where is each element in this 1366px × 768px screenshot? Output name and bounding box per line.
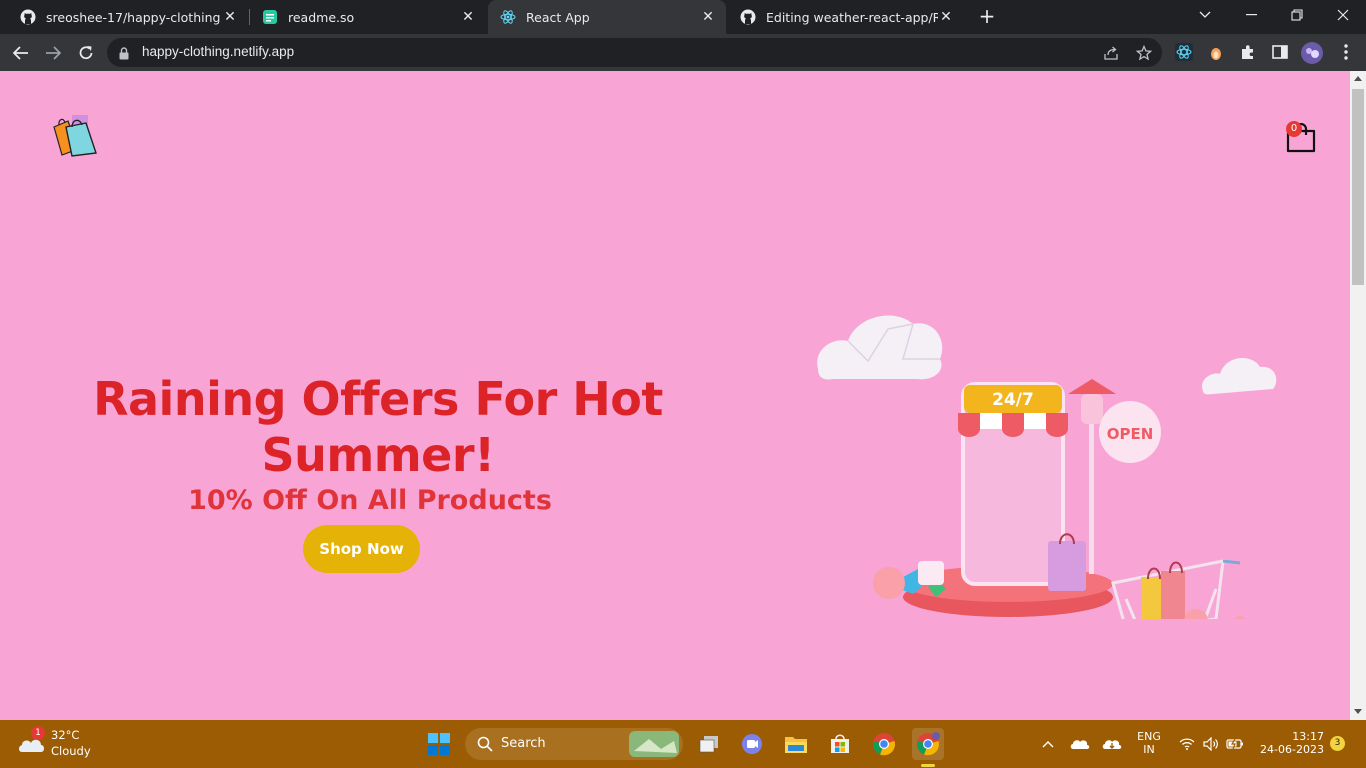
extension-flame-icon[interactable] — [1207, 43, 1225, 61]
microsoft-store-icon[interactable] — [824, 728, 856, 760]
pink-bag — [1048, 541, 1086, 591]
scrollbar-thumb[interactable] — [1352, 89, 1364, 285]
weather-condition: Cloudy — [51, 744, 91, 758]
file-explorer-icon[interactable] — [780, 728, 812, 760]
chrome-profile-2-icon[interactable] — [912, 728, 944, 760]
react-icon — [500, 9, 516, 25]
plant-pot — [918, 561, 944, 585]
tab-happy-clothing[interactable]: sreoshee-17/happy-clothing ✕ — [8, 0, 248, 34]
tab-label: sreoshee-17/happy-clothing — [46, 9, 221, 25]
teams-chat-icon[interactable] — [736, 728, 768, 760]
search-highlight-image — [629, 731, 679, 757]
close-window-icon[interactable] — [1320, 0, 1366, 30]
tab-weather-readme[interactable]: Editing weather-react-app/READM ✕ — [728, 0, 964, 34]
cloud-right — [1201, 357, 1277, 395]
search-label: Search — [501, 736, 546, 751]
cloud-sync-icon[interactable] — [1100, 728, 1124, 760]
chrome-profile-1-icon[interactable] — [868, 728, 900, 760]
forward-arrow-icon[interactable] — [40, 40, 66, 66]
online-store-illustration: 24/7 OPEN — [817, 315, 1277, 619]
language-label: ENG — [1137, 730, 1161, 743]
tab-label: React App — [526, 9, 590, 25]
address-bar[interactable]: happy-clothing.netlify.app — [107, 38, 1162, 67]
clock-time: 13:17 — [1292, 730, 1324, 743]
volume-icon[interactable] — [1200, 728, 1222, 760]
weather-alert-badge: 1 — [31, 726, 45, 740]
shopping-bags-logo[interactable] — [52, 113, 100, 159]
taskbar-search-box[interactable]: Search — [465, 728, 683, 760]
pink-ball — [873, 567, 905, 599]
24-7-sign-text: 24/7 — [992, 390, 1034, 410]
close-icon[interactable]: ✕ — [222, 9, 238, 25]
clock[interactable]: 13:17 24-06-2023 — [1256, 730, 1328, 756]
bookmark-star-icon[interactable] — [1135, 44, 1153, 62]
open-sign-text: OPEN — [1107, 425, 1154, 443]
browser-tab-strip: sreoshee-17/happy-clothing ✕ readme.so ✕… — [0, 0, 1366, 34]
github-icon — [740, 9, 756, 25]
tab-label: readme.so — [288, 9, 355, 25]
restore-icon[interactable] — [1274, 0, 1320, 30]
side-panel-icon[interactable] — [1271, 43, 1289, 61]
scroll-down-arrow-icon[interactable] — [1354, 709, 1362, 714]
windows-taskbar: 1 32°C Cloudy Search ENG IN 13:17 24-06-… — [0, 720, 1366, 768]
minimize-icon[interactable] — [1228, 0, 1274, 30]
reload-icon[interactable] — [73, 40, 99, 66]
tab-react-app[interactable]: React App ✕ — [488, 0, 726, 34]
extensions-puzzle-icon[interactable] — [1239, 43, 1257, 61]
tab-label: Editing weather-react-app/READM — [766, 9, 938, 25]
github-icon — [20, 9, 36, 25]
lock-icon[interactable] — [119, 45, 129, 64]
show-hidden-icons-chevron-icon[interactable] — [1036, 728, 1060, 760]
react-devtools-icon[interactable] — [1175, 43, 1193, 61]
close-icon[interactable]: ✕ — [460, 9, 476, 25]
region-label: IN — [1143, 743, 1155, 756]
cloud-left — [817, 315, 943, 380]
page-scrollbar[interactable] — [1350, 71, 1366, 720]
shop-now-button[interactable]: Shop Now — [303, 525, 420, 573]
close-icon[interactable]: ✕ — [700, 9, 716, 25]
page-viewport: 0 Raining Offers For Hot Summer! 10% Off… — [0, 71, 1350, 720]
hero-subtitle: 10% Off On All Products — [188, 485, 552, 516]
clock-date: 24-06-2023 — [1260, 743, 1324, 756]
task-view-icon[interactable] — [693, 728, 725, 760]
weather-temperature: 32°C — [51, 728, 80, 742]
url-text: happy-clothing.netlify.app — [142, 44, 295, 59]
scroll-up-arrow-icon[interactable] — [1354, 76, 1362, 81]
profile-avatar[interactable] — [1300, 41, 1324, 65]
tab-search-chevron-icon[interactable] — [1182, 0, 1228, 30]
notification-count-badge[interactable]: 3 — [1330, 736, 1345, 751]
weather-widget[interactable]: 1 32°C Cloudy — [16, 726, 106, 762]
close-icon[interactable]: ✕ — [938, 9, 954, 25]
back-arrow-icon[interactable] — [8, 40, 34, 66]
browser-toolbar: happy-clothing.netlify.app — [0, 34, 1366, 71]
chrome-menu-icon[interactable] — [1337, 43, 1355, 61]
onedrive-cloud-icon[interactable] — [1068, 728, 1092, 760]
readme-icon — [262, 9, 278, 25]
search-icon — [477, 736, 493, 752]
hero-title: Raining Offers For Hot Summer! — [93, 372, 663, 482]
windows-start-icon[interactable] — [423, 728, 455, 760]
share-icon[interactable] — [1102, 44, 1120, 62]
tab-readme[interactable]: readme.so ✕ — [250, 0, 486, 34]
awning — [958, 413, 1068, 437]
battery-icon[interactable] — [1224, 728, 1246, 760]
language-indicator[interactable]: ENG IN — [1134, 730, 1164, 756]
new-tab-button[interactable]: + — [977, 6, 997, 27]
cart-count-badge: 0 — [1286, 121, 1302, 137]
active-app-indicator — [921, 764, 935, 767]
wifi-icon[interactable] — [1176, 728, 1198, 760]
shopping-cart-illustration — [1111, 559, 1245, 619]
